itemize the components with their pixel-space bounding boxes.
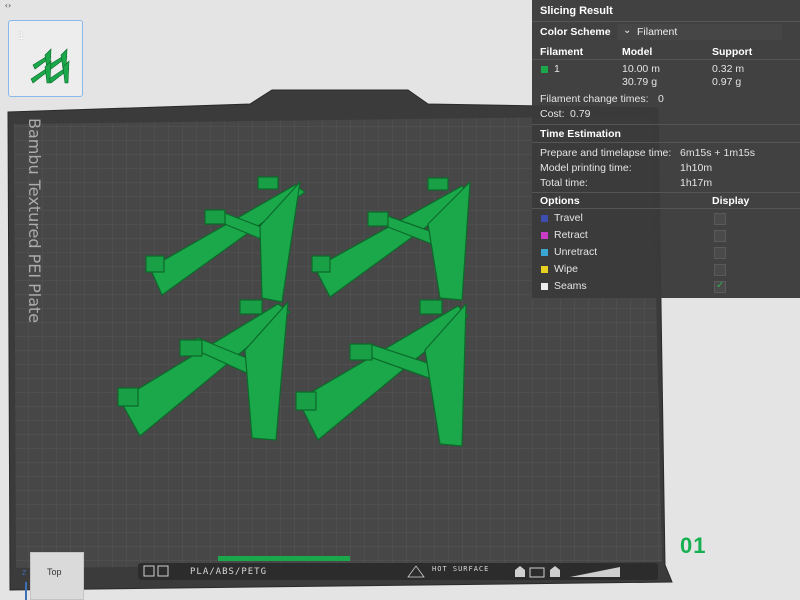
axis-z-arrow — [25, 582, 27, 600]
check-icon: ✓ — [716, 280, 725, 291]
option-retract-label: Retract — [554, 229, 588, 241]
divider — [532, 192, 800, 193]
plate-thumbnail[interactable]: 1 — [8, 20, 83, 97]
filament-color-swatch — [541, 66, 548, 73]
cost-value: 0.79 — [570, 108, 591, 120]
support-length: 0.32 m — [712, 63, 745, 75]
options-header: Options — [540, 195, 580, 207]
option-seams-label: Seams — [554, 280, 587, 292]
option-travel-checkbox[interactable] — [714, 213, 726, 225]
time-value: 1h17m — [680, 177, 713, 189]
divider — [532, 21, 800, 22]
time-value: 1h10m — [680, 162, 713, 174]
divider — [532, 208, 800, 209]
panel-title: Slicing Result — [540, 5, 613, 17]
divider — [532, 124, 800, 125]
time-label: Prepare and timelapse time: — [540, 147, 672, 159]
support-header: Support — [712, 46, 753, 58]
model-header: Model — [622, 46, 653, 58]
retract-color-swatch — [541, 232, 548, 239]
wipe-color-swatch — [541, 266, 548, 273]
option-retract-checkbox[interactable] — [714, 230, 726, 242]
cost-label: Cost: — [540, 108, 565, 120]
support-weight: 0.97 g — [712, 76, 742, 88]
model-length: 10.00 m — [622, 63, 660, 75]
time-value: 6m15s + 1m15s — [680, 147, 755, 159]
color-scheme-label: Color Scheme — [540, 26, 611, 38]
chevron-down-icon: ⌄ — [623, 25, 632, 36]
filament-change-value: 0 — [658, 93, 664, 105]
filament-id: 1 — [554, 63, 560, 75]
model-weight: 30.79 g — [622, 76, 658, 88]
navigation-cube[interactable]: Top — [30, 552, 84, 600]
time-label: Model printing time: — [540, 162, 632, 174]
divider — [532, 59, 800, 60]
filament-change-label: Filament change times: — [540, 93, 649, 105]
plate-progress-highlight — [218, 556, 350, 561]
time-estimation-title: Time Estimation — [540, 128, 621, 140]
color-scheme-select[interactable]: ⌄ Filament — [617, 24, 782, 40]
divider — [532, 142, 800, 143]
display-header: Display — [712, 195, 750, 207]
option-wipe-checkbox[interactable] — [714, 264, 726, 276]
unretract-color-swatch — [541, 249, 548, 256]
filament-header: Filament — [540, 46, 584, 58]
slicing-result-panel: Slicing Result Color Scheme ⌄ Filament F… — [532, 0, 800, 298]
option-wipe-label: Wipe — [554, 263, 578, 275]
bed-hot-surface: HOT SURFACE — [432, 565, 490, 573]
option-travel-label: Travel — [554, 212, 583, 224]
option-unretract-label: Unretract — [554, 246, 598, 258]
collapse-icon[interactable]: ‹› — [2, 1, 14, 11]
option-seams-checkbox[interactable]: ✓ — [714, 280, 726, 293]
travel-color-swatch — [541, 215, 548, 222]
time-label: Total time: — [540, 177, 588, 189]
bed-filament-types: PLA/ABS/PETG — [190, 567, 268, 577]
seams-color-swatch — [541, 283, 548, 290]
nav-cube-face-label: Top — [47, 567, 62, 577]
axis-z-label: Z — [22, 570, 27, 577]
plate-thumbnail-preview — [30, 48, 70, 84]
plate-index: 01 — [680, 533, 707, 558]
color-scheme-value: Filament — [637, 26, 678, 38]
option-unretract-checkbox[interactable] — [714, 247, 726, 259]
bed-brand-text: Bambu Textured PEI Plate — [25, 118, 44, 324]
